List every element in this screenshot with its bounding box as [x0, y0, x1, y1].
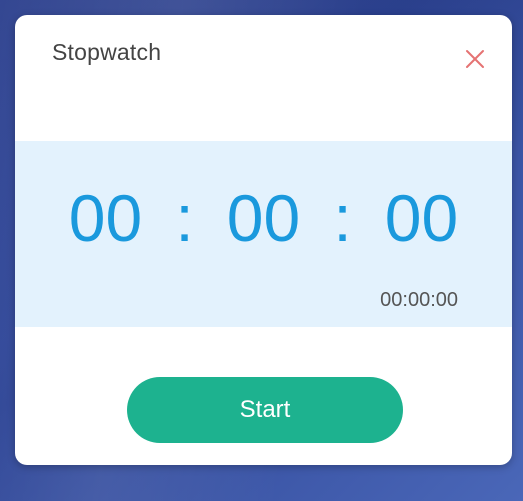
- stopwatch-dialog: Stopwatch 00 : 00 : 00 00:00:00 Start: [15, 15, 512, 465]
- time-separator: :: [175, 181, 194, 255]
- main-time-display: 00 : 00 : 00: [15, 185, 512, 251]
- dialog-title: Stopwatch: [52, 39, 162, 65]
- seconds-value: 00: [384, 181, 459, 255]
- close-icon-glyph: [466, 50, 484, 68]
- close-icon[interactable]: [464, 48, 486, 70]
- minutes-value: 00: [226, 181, 301, 255]
- time-separator: :: [333, 181, 352, 255]
- time-display-panel: 00 : 00 : 00 00:00:00: [15, 141, 512, 327]
- start-button[interactable]: Start: [127, 377, 403, 443]
- hours-value: 00: [68, 181, 143, 255]
- secondary-time-readout: 00:00:00: [380, 289, 458, 311]
